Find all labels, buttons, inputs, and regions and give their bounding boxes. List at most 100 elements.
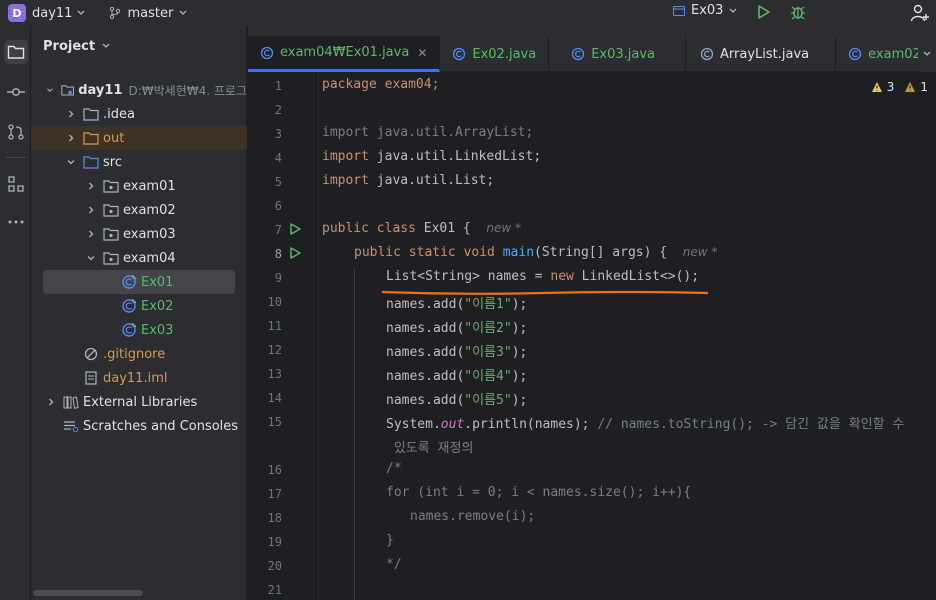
code-line-10: names.add("이름1"); [386,297,528,312]
structure-tool-button[interactable] [4,172,28,196]
code-line-5: import java.util.List; [322,173,495,188]
weak-warning-icon [905,82,916,92]
weak-warning-count: 1 [920,80,928,94]
tree-item-gitignore[interactable]: .gitignore [31,342,247,366]
code-line-20: */ [386,557,402,572]
code-line-11: names.add("이름2"); [386,321,528,336]
code-line-1: package exam04; [322,77,440,92]
line-number: 1 [274,79,282,93]
tree-item-label: .gitignore [103,346,166,362]
tab-label: Ex03.java [591,46,656,62]
more-tools-button[interactable] [4,210,28,234]
horizontal-scrollbar[interactable] [33,590,143,596]
project-badge[interactable]: D [8,4,26,22]
tab-exam04-ex01[interactable]: exam04₩Ex01.java ✕ [248,36,441,72]
tree-item-label: .idea [103,106,135,122]
code-line-8: public static void main(String[] args) {… [354,245,718,260]
tree-item-ex03[interactable]: Ex03 [31,318,247,342]
project-panel-header[interactable]: Project [31,26,246,66]
tree-item-exam01[interactable]: exam01 [31,174,247,198]
chevron-down-icon [729,8,737,13]
chevron-down-icon [102,43,110,48]
tree-item-label: Ex02 [141,298,174,314]
branch-selector[interactable]: master [108,6,188,21]
tree-item-label: exam01 [123,178,176,194]
tab-ex02[interactable]: Ex02.java [440,36,550,72]
scratches-icon [64,421,79,433]
line-number: 8 [274,247,282,261]
warning-icon [871,82,882,92]
code-line-12: names.add("이름3"); [386,345,528,360]
tree-item-idea[interactable]: .idea [31,102,247,126]
folder-icon [83,108,99,121]
code-line-3: import java.util.ArrayList; [322,125,534,140]
tree-item-day11[interactable]: day11 D:₩박세현₩4. 프로그 [31,78,247,102]
tree-item-scratches[interactable]: Scratches and Consoles [31,414,247,438]
line-number: 18 [267,511,282,525]
chevron-right-icon [69,134,74,142]
tree-item-iml[interactable]: day11.iml [31,366,247,390]
code-line-19: } [386,533,394,548]
project-name[interactable]: day11 [32,6,72,21]
project-tool-button[interactable] [4,40,28,64]
module-file-icon [85,371,97,385]
package-icon [103,180,119,193]
run-class-icon[interactable] [288,222,302,236]
line-number: 10 [267,295,282,309]
line-number: 4 [274,151,282,165]
commit-icon [7,88,25,96]
title-bar: D day11 master Ex03 [0,0,936,26]
line-number: 2 [274,103,282,117]
line-number: 11 [267,319,282,333]
java-class-icon [122,275,137,289]
tree-item-label: Ex03 [141,322,174,338]
tree-item-exam03[interactable]: exam03 [31,222,247,246]
project-panel: Project day11 D:₩박세현₩4. 프로그 .idea out sr… [31,26,247,600]
tree-item-src[interactable]: src [31,150,247,174]
tree-item-label: day11.iml [103,370,168,386]
debug-icon[interactable] [790,4,806,20]
java-class-icon [848,47,862,61]
tree-item-label: src [103,154,122,170]
line-number: 7 [274,223,282,237]
tab-ex03[interactable]: Ex03.java [549,36,687,72]
run-icon[interactable] [756,4,772,20]
java-class-icon [453,47,466,61]
line-number: 13 [267,367,282,381]
chevron-down-icon[interactable] [76,8,86,18]
commit-tool-button[interactable] [4,80,28,104]
add-user-icon[interactable] [910,3,930,23]
tool-window-bar [0,26,31,600]
line-number: 16 [267,463,282,477]
line-number: 21 [267,583,282,597]
pull-request-icon [8,124,24,140]
tree-item-label: Ex01 [141,274,174,290]
tree-item-exam02[interactable]: exam02 [31,198,247,222]
line-number: 20 [267,559,282,573]
tree-item-out[interactable]: out [31,126,247,150]
tree-item-ex02[interactable]: Ex02 [31,294,247,318]
code-editor[interactable]: 3 1 1 2 3 4 5 6 7 8 9 10 11 12 13 14 15 … [248,72,936,600]
tree-item-exam04[interactable]: exam04 [31,246,247,270]
line-number: 6 [274,199,282,213]
pull-requests-tool-button[interactable] [4,120,28,144]
line-number: 5 [274,175,282,189]
line-number: 17 [267,487,282,501]
run-config-selector[interactable]: Ex03 [672,3,738,18]
tab-label: ArrayList.java [720,46,810,62]
code-line-15: System.out.println(names); // names.toSt… [386,417,905,432]
line-number: 9 [274,271,282,285]
tree-item-path: D:₩박세현₩4. 프로그 [128,83,247,98]
tree-item-external-libraries[interactable]: External Libraries [31,390,247,414]
tabs-overflow-button[interactable] [918,36,936,72]
chevron-right-icon [89,230,94,238]
close-icon[interactable]: ✕ [417,46,427,60]
tree-item-ex01[interactable]: Ex01 [43,270,235,294]
code-line-18: names.remove(i); [410,509,536,524]
code-line-7: public class Ex01 { new * [322,221,521,236]
folder-icon [7,45,25,59]
run-main-icon[interactable] [288,246,302,260]
inspection-widget[interactable]: 3 1 [871,80,928,94]
library-icon [63,396,79,409]
tab-arraylist[interactable]: ArrayList.java [686,36,837,72]
